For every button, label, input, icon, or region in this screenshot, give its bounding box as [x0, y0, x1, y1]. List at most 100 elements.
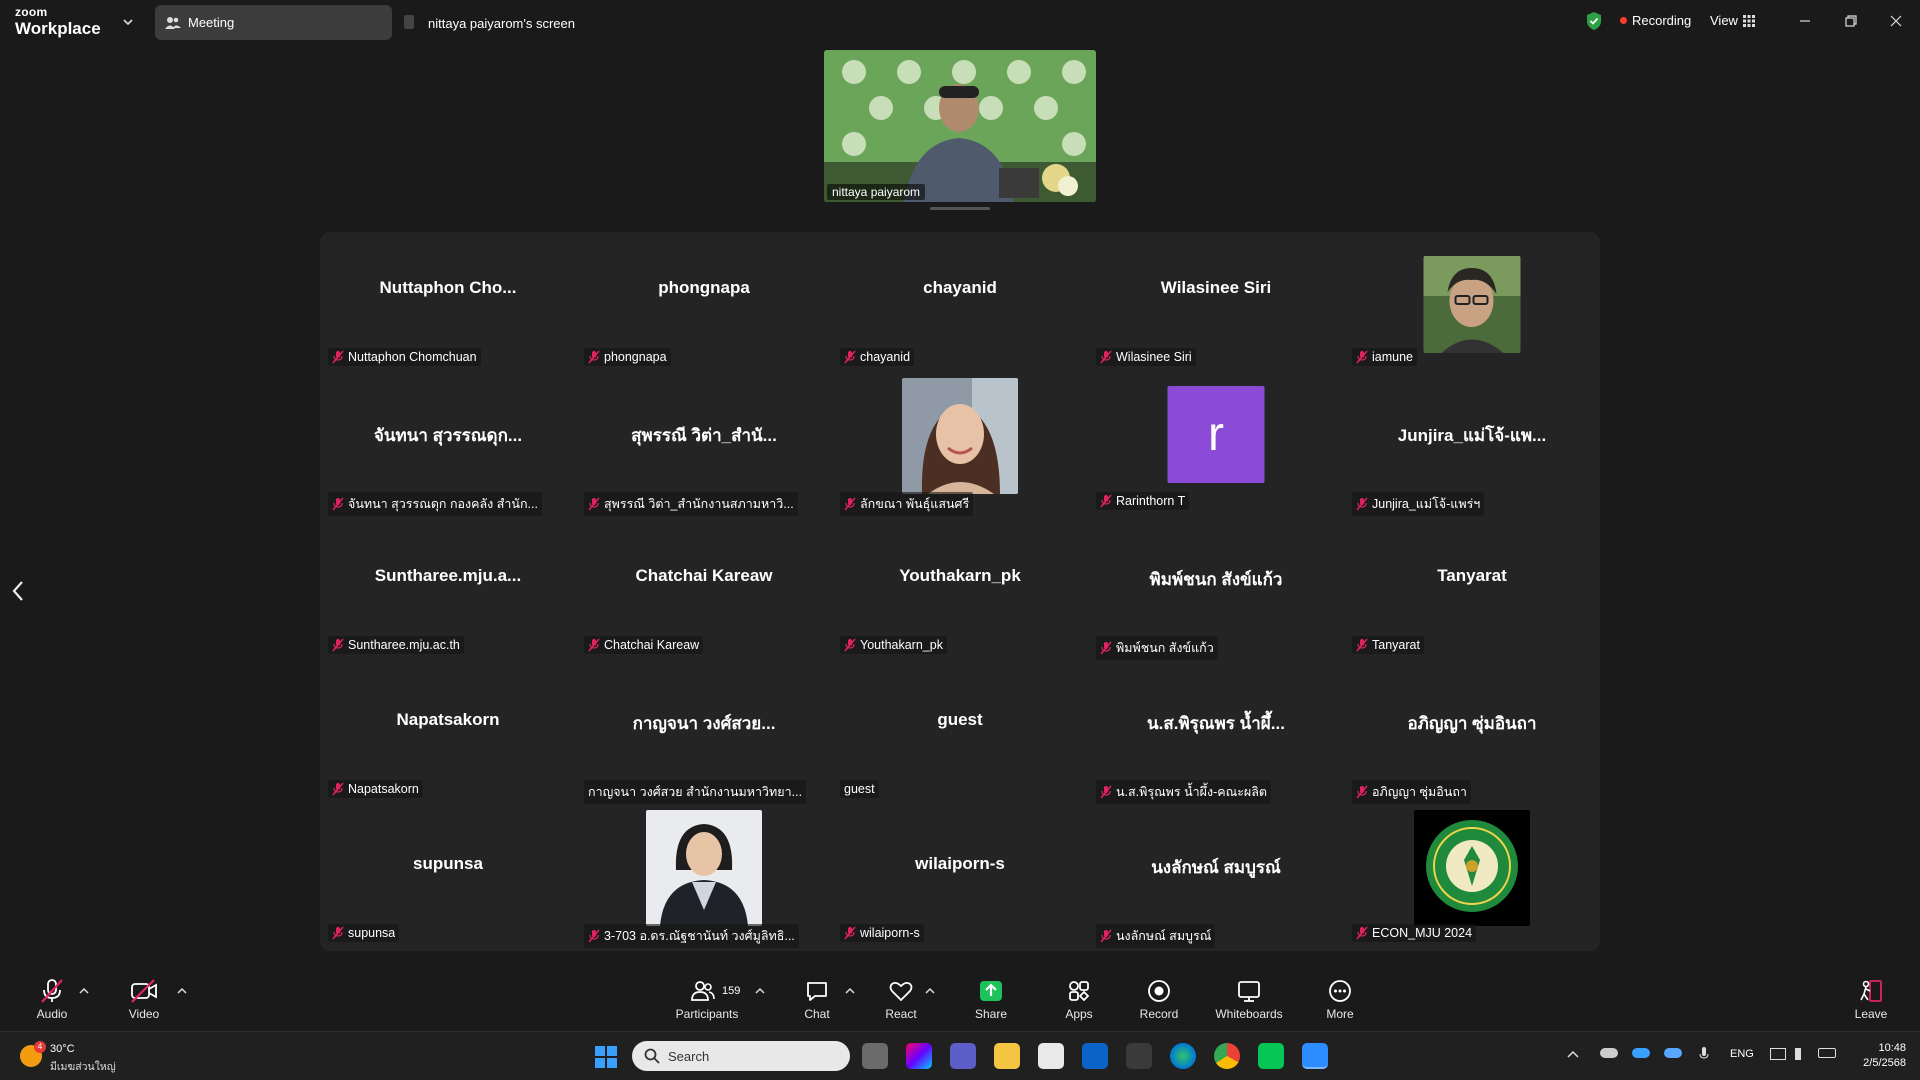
participant-tile[interactable]: 3-703 อ.ดร.ณัฐชานันท์ วงศ์มูลิทธิ...	[576, 808, 832, 952]
meeting-toolbar: Audio Video Participants 159 Chat React …	[0, 972, 1920, 1031]
participant-tile[interactable]: ECON_MJU 2024	[1344, 808, 1600, 952]
thumbnail-resize-handle[interactable]	[930, 207, 990, 210]
video-button[interactable]: Video	[109, 978, 179, 1021]
participant-tile[interactable]: น.ส.พิรุณพร น้ำผึ้... น.ส.พิรุณพร น้ำผึ้…	[1088, 664, 1344, 808]
participant-tile[interactable]: กาญจนา วงศ์สวย... กาญจนา วงศ์สวย สำนักงา…	[576, 664, 832, 808]
participant-name-tag: iamune	[1352, 348, 1417, 366]
taskbar-search[interactable]: Search	[632, 1041, 850, 1071]
participant-name: supunsa	[348, 926, 396, 940]
participant-tile[interactable]: chayanid chayanid	[832, 232, 1088, 376]
chevron-down-icon[interactable]	[118, 12, 138, 32]
chat-button[interactable]: Chat	[782, 978, 852, 1021]
react-button[interactable]: React	[866, 978, 936, 1021]
audio-button[interactable]: Audio	[17, 978, 87, 1021]
participant-tile[interactable]: guest guest	[832, 664, 1088, 808]
battery-icon[interactable]	[1818, 1048, 1836, 1058]
edge-icon[interactable]	[1170, 1043, 1196, 1069]
participant-name: Nuttaphon Chomchuan	[348, 350, 477, 364]
mic-muted-icon	[332, 350, 344, 364]
microphone-icon[interactable]	[1698, 1046, 1710, 1062]
participant-display-name: น.ส.พิรุณพร น้ำผึ้...	[1147, 714, 1285, 733]
chat-options-caret-icon[interactable]	[844, 986, 856, 996]
record-button[interactable]: Record	[1124, 978, 1194, 1021]
participant-tile[interactable]: iamune	[1344, 232, 1600, 376]
mic-muted-icon	[1356, 785, 1368, 799]
minimize-icon[interactable]	[1794, 10, 1816, 32]
participant-name: phongnapa	[604, 350, 667, 364]
participant-photo	[646, 810, 762, 926]
participant-tile[interactable]: ลักขณา พันธุ์แสนศรี	[832, 376, 1088, 520]
chat-icon	[807, 982, 827, 1001]
share-button[interactable]: Share	[956, 978, 1026, 1021]
file-explorer-icon[interactable]	[994, 1043, 1020, 1069]
windows-start-icon[interactable]	[594, 1045, 618, 1069]
audio-options-caret-icon[interactable]	[78, 986, 90, 996]
participant-name: พิมพ์ชนก สังข์แก้ว	[1116, 641, 1214, 655]
participant-name-tag: Youthakarn_pk	[840, 636, 947, 654]
mic-muted-icon	[588, 497, 600, 511]
copilot-icon[interactable]	[906, 1043, 932, 1069]
app-icon[interactable]	[1126, 1043, 1152, 1069]
volume-icon[interactable]	[1795, 1048, 1809, 1060]
close-icon[interactable]	[1885, 10, 1907, 32]
display-icon[interactable]	[1770, 1048, 1786, 1060]
participant-tile[interactable]: นงลักษณ์ สมบูรณ์ นงลักษณ์ สมบูรณ์	[1088, 808, 1344, 952]
chevron-left-icon[interactable]	[8, 578, 30, 604]
participant-name: จันทนา สุวรรณดุก กองคลัง สำนัก...	[348, 497, 538, 511]
participant-tile[interactable]: สุพรรณี วิต่า_สำนั... สุพรรณี วิต่า_สำนั…	[576, 376, 832, 520]
weather-description: มีเมฆส่วนใหญ่	[50, 1061, 116, 1073]
participant-display-name: จันทนา สุวรรณดุก...	[373, 426, 523, 445]
language-indicator[interactable]: ENG	[1730, 1048, 1754, 1060]
participant-tile[interactable]: Suntharee.mju.a... Suntharee.mju.ac.th	[320, 520, 576, 664]
participant-tile[interactable]: จันทนา สุวรรณดุก... จันทนา สุวรรณดุก กอง…	[320, 376, 576, 520]
participant-tile[interactable]: supunsa supunsa	[320, 808, 576, 952]
participants-options-caret-icon[interactable]	[754, 986, 766, 996]
participant-tile[interactable]: Nuttaphon Cho... Nuttaphon Chomchuan	[320, 232, 576, 376]
shield-security-icon[interactable]	[1585, 11, 1603, 31]
tab-meeting[interactable]: Meeting	[155, 5, 392, 40]
view-button[interactable]: View	[1710, 13, 1755, 28]
participant-tile[interactable]: Youthakarn_pk Youthakarn_pk	[832, 520, 1088, 664]
participant-tile[interactable]: พิมพ์ชนก สังข์แก้ว พิมพ์ชนก สังข์แก้ว	[1088, 520, 1344, 664]
participant-display-name: Napatsakorn	[396, 710, 500, 729]
participant-tile[interactable]: phongnapa phongnapa	[576, 232, 832, 376]
participant-tile[interactable]: Wilasinee Siri Wilasinee Siri	[1088, 232, 1344, 376]
chrome-icon[interactable]	[1214, 1043, 1240, 1069]
participant-avatar-letter: r	[1167, 386, 1265, 483]
participant-tile[interactable]: Napatsakorn Napatsakorn	[320, 664, 576, 808]
participant-tile[interactable]: Chatchai Kareaw Chatchai Kareaw	[576, 520, 832, 664]
participant-tile[interactable]: Junjira_แม่โจ้-แพ... Junjira_แม่โจ้-แพร่…	[1344, 376, 1600, 520]
network-cloud-icon[interactable]	[1664, 1048, 1682, 1058]
participant-name-tag: ลักขณา พันธุ์แสนศรี	[840, 492, 974, 516]
participant-name: guest	[844, 782, 875, 796]
more-button[interactable]: More	[1305, 978, 1375, 1021]
share-screen-icon	[980, 981, 1002, 1001]
leave-button[interactable]: Leave	[1836, 978, 1906, 1021]
cloud-icon[interactable]	[1632, 1048, 1650, 1058]
participant-tile[interactable]: r Rarinthorn T	[1088, 376, 1344, 520]
university-seal-logo	[1414, 810, 1530, 926]
participant-tile[interactable]: Tanyarat Tanyarat	[1344, 520, 1600, 664]
task-view-icon[interactable]	[862, 1043, 888, 1069]
teams-icon[interactable]	[950, 1043, 976, 1069]
zoom-icon[interactable]	[1302, 1043, 1328, 1069]
microsoft-store-icon[interactable]	[1038, 1043, 1064, 1069]
active-speaker-video[interactable]: nittaya paiyarom	[824, 50, 1096, 202]
line-icon[interactable]	[1258, 1043, 1284, 1069]
participant-tile[interactable]: wilaiporn-s wilaiporn-s	[832, 808, 1088, 952]
recording-indicator[interactable]: Recording	[1620, 13, 1691, 28]
participant-tile[interactable]: อภิญญา ซุ่มอินถา อภิญญา ซุ่มอินถา	[1344, 664, 1600, 808]
restore-icon[interactable]	[1840, 10, 1862, 32]
gallery-view: Nuttaphon Cho... Nuttaphon Chomchuan pho…	[320, 232, 1600, 951]
participant-name-tag: Rarinthorn T	[1096, 492, 1190, 510]
chevron-up-icon[interactable]	[1566, 1048, 1580, 1060]
whiteboards-button[interactable]: Whiteboards	[1214, 978, 1284, 1021]
participant-display-name: พิมพ์ชนก สังข์แก้ว	[1149, 570, 1283, 589]
react-options-caret-icon[interactable]	[924, 986, 936, 996]
participant-name: Rarinthorn T	[1116, 494, 1186, 508]
video-options-caret-icon[interactable]	[176, 986, 188, 996]
outlook-icon[interactable]	[1082, 1043, 1108, 1069]
onedrive-icon[interactable]	[1600, 1048, 1618, 1058]
taskbar-clock[interactable]: 10:48 2/5/2568	[1848, 1041, 1906, 1071]
apps-button[interactable]: Apps	[1044, 978, 1114, 1021]
